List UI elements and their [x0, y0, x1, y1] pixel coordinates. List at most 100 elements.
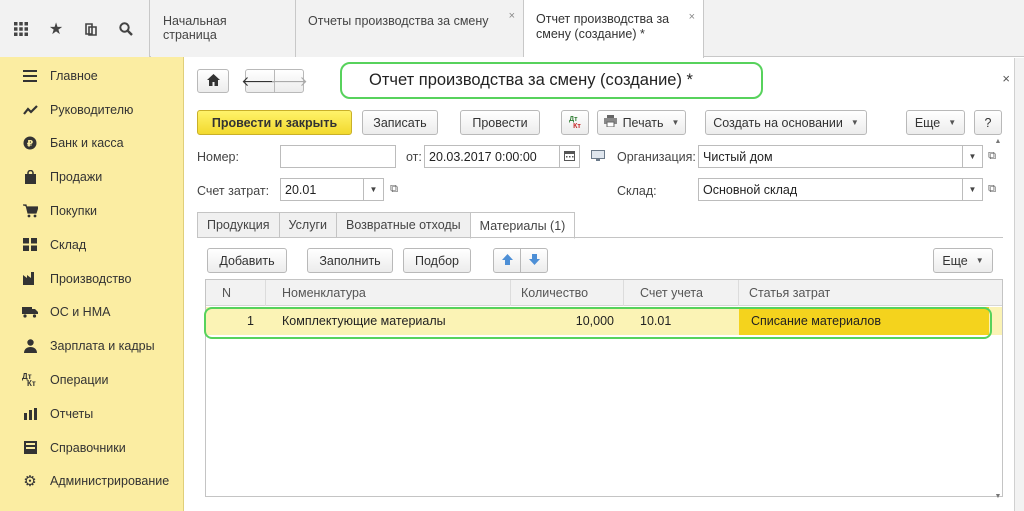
- table-row[interactable]: 1 Комплектующие материалы 10,000 10.01 С…: [206, 307, 1002, 335]
- column-header-quantity[interactable]: Количество: [511, 280, 624, 306]
- move-down-button[interactable]: [520, 248, 548, 273]
- organization-dropdown[interactable]: ▼: [963, 145, 983, 168]
- sidebar-item-main[interactable]: Главное: [0, 59, 183, 93]
- tab-shift-reports[interactable]: Отчеты производства за смену ×: [296, 0, 524, 57]
- calendar-icon: [564, 150, 575, 163]
- more-label: Еще: [942, 253, 968, 268]
- tab-products[interactable]: Продукция: [197, 212, 280, 238]
- scroll-down-icon[interactable]: ▼: [993, 491, 1003, 501]
- date-field[interactable]: 20.03.2017 0:00:00: [424, 145, 560, 168]
- bar-chart-icon: [22, 406, 38, 422]
- sidebar-item-warehouse[interactable]: Склад: [0, 228, 183, 262]
- sidebar-item-reports[interactable]: Отчеты: [0, 397, 183, 431]
- column-header-cost-item[interactable]: Статья затрат: [739, 280, 1002, 306]
- help-button[interactable]: ?: [974, 110, 1002, 135]
- fill-button[interactable]: Заполнить: [307, 248, 393, 273]
- post-button[interactable]: Провести: [460, 110, 540, 135]
- warehouse-dropdown[interactable]: ▼: [963, 178, 983, 201]
- table-more-button[interactable]: Еще ▼: [933, 248, 993, 273]
- caret-down-icon: ▼: [671, 118, 680, 127]
- sidebar-item-fixed-assets[interactable]: ОС и НМА: [0, 296, 183, 330]
- sidebar-item-label: Банк и касса: [50, 136, 124, 151]
- document-form: 🡐 🡒 Отчет производства за смену (создани…: [185, 58, 1024, 511]
- close-icon[interactable]: ×: [1002, 71, 1010, 86]
- form-scrollbar[interactable]: ▲ ▼: [993, 136, 1003, 501]
- sidebar-item-directories[interactable]: Справочники: [0, 431, 183, 465]
- sidebar-item-manager[interactable]: Руководителю: [0, 93, 183, 127]
- cell-cost-item[interactable]: Списание материалов: [739, 307, 989, 335]
- toolbar-icons: ★: [0, 0, 150, 57]
- subtab-divider: [197, 237, 1003, 238]
- sidebar-item-label: Отчеты: [50, 406, 94, 421]
- dt-kt-button[interactable]: Дт Кт: [561, 110, 589, 135]
- search-icon[interactable]: [115, 18, 137, 40]
- cell-item[interactable]: Комплектующие материалы: [266, 307, 511, 335]
- tab-close-icon[interactable]: ×: [689, 10, 695, 25]
- cost-account-field[interactable]: 20.01: [280, 178, 364, 201]
- add-row-button[interactable]: Добавить: [207, 248, 287, 273]
- cell-account[interactable]: 10.01: [624, 307, 739, 335]
- sidebar-item-label: Операции: [50, 373, 109, 388]
- sidebar-item-bank[interactable]: ₽ Банк и касса: [0, 127, 183, 161]
- column-header-account[interactable]: Счет учета: [624, 280, 739, 306]
- menu-lines-icon: [22, 68, 38, 84]
- document-subtabs: Продукция Услуги Возвратные отходы Матер…: [197, 212, 576, 239]
- window-edge: [1014, 58, 1024, 511]
- printer-icon: [603, 115, 617, 130]
- sidebar-item-label: Справочники: [50, 440, 126, 455]
- sidebar-item-production[interactable]: Производство: [0, 262, 183, 296]
- sidebar-item-label: Продажи: [50, 170, 103, 185]
- apps-grid-icon[interactable]: [10, 18, 32, 40]
- scroll-up-icon[interactable]: ▲: [993, 136, 1003, 146]
- print-button[interactable]: Печать ▼: [597, 110, 686, 135]
- column-header-item[interactable]: Номенклатура: [266, 280, 511, 306]
- cell-quantity[interactable]: 10,000: [511, 307, 624, 335]
- monitor-icon[interactable]: [591, 150, 605, 164]
- tab-returnable-waste[interactable]: Возвратные отходы: [336, 212, 471, 238]
- number-field[interactable]: [280, 145, 396, 168]
- dt-kt-icon: Дт Кт: [569, 115, 581, 130]
- print-label: Печать: [622, 115, 664, 130]
- post-and-close-button[interactable]: Провести и закрыть: [197, 110, 352, 135]
- warehouse-field[interactable]: Основной склад: [698, 178, 963, 201]
- more-actions-button[interactable]: Еще ▼: [906, 110, 965, 135]
- cell-n[interactable]: 1: [206, 307, 266, 335]
- sidebar-item-sales[interactable]: Продажи: [0, 160, 183, 194]
- move-up-button[interactable]: [493, 248, 521, 273]
- tab-shift-report-new[interactable]: Отчет производства за смену (создание) *…: [524, 0, 704, 58]
- factory-icon: [22, 271, 38, 287]
- star-icon[interactable]: ★: [45, 18, 67, 40]
- cost-account-dropdown[interactable]: ▼: [364, 178, 384, 201]
- pick-button[interactable]: Подбор: [403, 248, 471, 273]
- date-label: от:: [406, 150, 422, 164]
- tab-services[interactable]: Услуги: [278, 212, 337, 238]
- caret-down-icon: ▼: [975, 256, 984, 265]
- sidebar-item-label: Склад: [50, 237, 87, 252]
- open-cost-account-icon[interactable]: ⧉: [385, 178, 403, 201]
- sidebar-item-label: Зарплата и кадры: [50, 339, 155, 354]
- sidebar-item-payroll[interactable]: Зарплата и кадры: [0, 329, 183, 363]
- save-button[interactable]: Записать: [362, 110, 438, 135]
- tab-home[interactable]: Начальная страница: [151, 0, 296, 57]
- sidebar-item-operations[interactable]: Дт Кт Операции: [0, 363, 183, 397]
- sidebar-item-purchases[interactable]: Покупки: [0, 194, 183, 228]
- tab-materials[interactable]: Материалы (1): [469, 212, 576, 239]
- materials-table: N Номенклатура Количество Счет учета Ста…: [205, 279, 1003, 497]
- sidebar-item-administration[interactable]: ⚙ Администрирование: [0, 465, 183, 499]
- calendar-button[interactable]: [560, 145, 580, 168]
- column-header-n[interactable]: N: [206, 280, 266, 306]
- sidebar-item-label: Производство: [50, 271, 132, 286]
- history-icon[interactable]: [80, 18, 102, 40]
- home-button[interactable]: [197, 69, 229, 93]
- organization-field[interactable]: Чистый дом: [698, 145, 963, 168]
- create-based-on-button[interactable]: Создать на основании ▼: [705, 110, 867, 135]
- sidebar: Главное Руководителю ₽ Банк и касса Прод…: [0, 57, 184, 511]
- sidebar-item-label: Покупки: [50, 204, 98, 219]
- shopping-cart-icon: [22, 203, 38, 219]
- person-icon: [22, 338, 38, 354]
- forward-button[interactable]: 🡒: [270, 69, 308, 93]
- tab-close-icon[interactable]: ×: [509, 10, 515, 22]
- warehouse-grid-icon: [22, 237, 38, 253]
- home-icon: [206, 73, 220, 89]
- top-bar: ★ Начальная страница Отчеты производства…: [0, 0, 1024, 58]
